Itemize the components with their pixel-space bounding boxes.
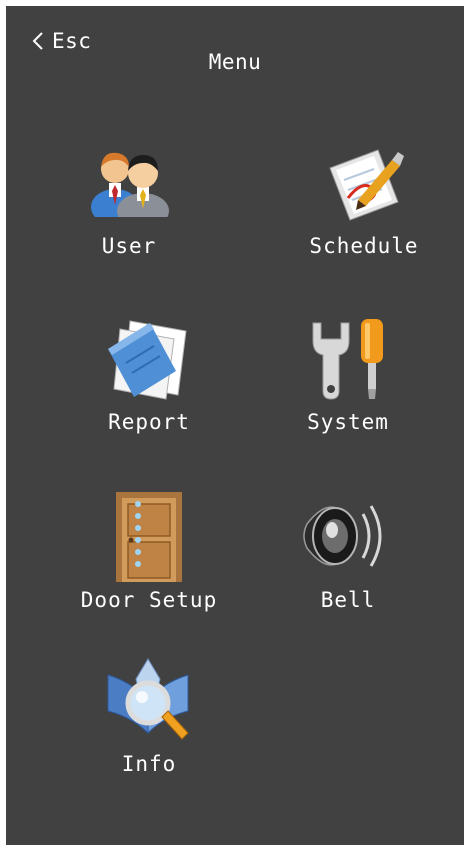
menu-item-door-setup[interactable]: Door Setup — [69, 488, 229, 612]
report-icon — [101, 310, 197, 406]
chevron-left-icon — [32, 32, 43, 50]
menu-item-schedule[interactable]: Schedule — [284, 134, 444, 258]
schedule-icon — [316, 134, 412, 230]
menu-item-label: Report — [108, 410, 190, 434]
system-tools-icon — [300, 310, 396, 406]
menu-screen: Esc Menu User Schedule Report System Doo… — [6, 6, 464, 845]
info-magnifier-icon — [101, 652, 197, 748]
users-icon — [81, 134, 177, 230]
menu-item-report[interactable]: Report — [69, 310, 229, 434]
speaker-bell-icon — [300, 488, 396, 584]
door-icon — [101, 488, 197, 584]
menu-item-user[interactable]: User — [49, 134, 209, 258]
menu-item-system[interactable]: System — [268, 310, 428, 434]
menu-item-bell[interactable]: Bell — [268, 488, 428, 612]
page-title: Menu — [208, 50, 262, 74]
menu-item-label: Schedule — [309, 234, 419, 258]
menu-item-info[interactable]: Info — [69, 652, 229, 776]
menu-item-label: System — [307, 410, 389, 434]
menu-item-label: Bell — [320, 588, 376, 612]
menu-item-label: Info — [121, 752, 177, 776]
menu-item-label: Door Setup — [80, 588, 218, 612]
menu-item-label: User — [101, 234, 157, 258]
